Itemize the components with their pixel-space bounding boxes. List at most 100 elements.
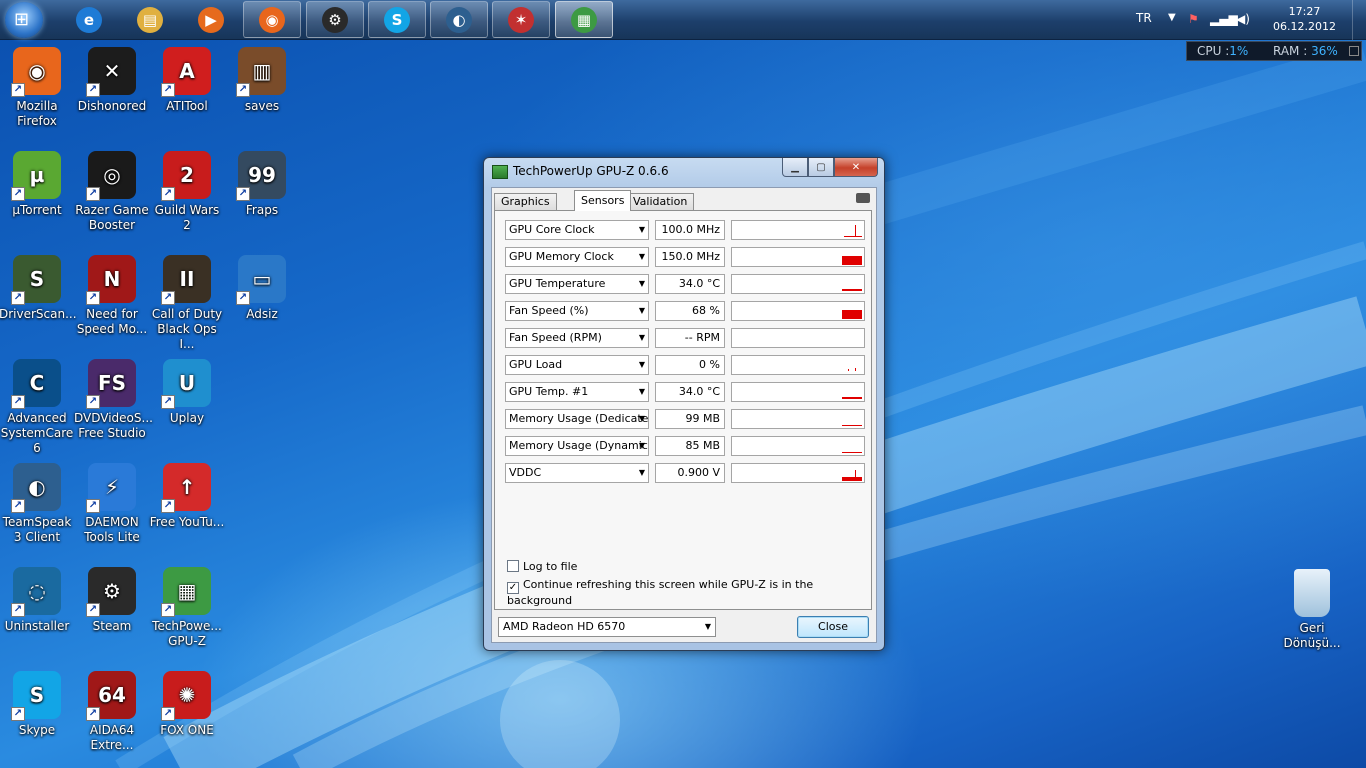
firefox-icon: ◉ xyxy=(259,6,285,33)
sensor-row: Memory Usage (Dedicated) ▼ 99 MB xyxy=(505,409,865,429)
taskbar-ie-button[interactable]: e xyxy=(60,1,118,38)
desktop-icon[interactable]: ◐ ↗ TeamSpeak 3 Client xyxy=(0,463,75,545)
tab-graphics-card[interactable]: Graphics Card xyxy=(494,193,557,224)
media-player-icon: ▶ xyxy=(198,6,224,33)
desktop-icon[interactable]: ▥ ↗ saves xyxy=(224,47,300,114)
app-icon: ⚡ ↗ xyxy=(86,463,136,513)
desktop-icon[interactable]: S ↗ DriverScan... xyxy=(0,255,77,322)
show-desktop-button[interactable] xyxy=(1352,0,1366,40)
device-select[interactable]: AMD Radeon HD 6570 ▼ xyxy=(498,617,716,637)
desktop-icon[interactable]: µ ↗ µTorrent xyxy=(0,151,75,218)
sensor-row: GPU Load ▼ 0 % xyxy=(505,355,865,375)
desktop-icon[interactable]: ◎ ↗ Razer Game Booster xyxy=(74,151,150,233)
sensor-name-select[interactable]: Memory Usage (Dedicated) ▼ xyxy=(505,409,649,429)
sensor-name-select[interactable]: GPU Core Clock ▼ xyxy=(505,220,649,240)
chevron-down-icon: ▼ xyxy=(638,387,645,396)
maximize-button[interactable]: ▢ xyxy=(808,158,834,177)
network-warning-icon[interactable]: ⚑ xyxy=(1188,12,1199,26)
camera-icon[interactable] xyxy=(856,193,870,203)
tab-validation[interactable]: Validation xyxy=(626,193,695,211)
window-title: TechPowerUp GPU-Z 0.6.6 xyxy=(513,164,669,178)
taskbar-explorer-button[interactable]: ▤ xyxy=(121,1,179,38)
sensor-value: 99 MB xyxy=(655,409,725,429)
app-glyph-icon: ▦ xyxy=(177,578,197,603)
sensor-value: 34.0 °C xyxy=(655,274,725,294)
app-glyph-icon: A xyxy=(179,58,195,83)
shortcut-arrow-icon: ↗ xyxy=(86,395,100,409)
shortcut-arrow-icon: ↗ xyxy=(86,291,100,305)
desktop-icon[interactable]: U ↗ Uplay xyxy=(149,359,225,426)
taskbar-teamspeak-button[interactable]: ◐ xyxy=(430,1,488,38)
taskbar-gpu-z-button[interactable]: ▦ xyxy=(555,1,613,38)
tray-overflow-chevron-icon[interactable]: ▼ xyxy=(1168,12,1176,23)
taskbar-skype-button[interactable]: S xyxy=(368,1,426,38)
graph-bar xyxy=(842,425,862,426)
language-indicator[interactable]: TR xyxy=(1136,11,1152,25)
ram-meter: RAM : 36% xyxy=(1273,44,1338,58)
gpuz-app-icon[interactable] xyxy=(492,165,508,179)
desktop-icon[interactable]: ▦ ↗ TechPowe... GPU-Z xyxy=(149,567,225,649)
desktop-icon[interactable]: A ↗ ATITool xyxy=(149,47,225,114)
continue-refresh-option[interactable]: ✓ Continue refreshing this screen while G… xyxy=(507,578,871,607)
desktop-icon[interactable]: 2 ↗ Guild Wars 2 xyxy=(149,151,225,233)
taskbar-atitool-button[interactable]: ✶ xyxy=(492,1,550,38)
window-close-button[interactable]: ✕ xyxy=(834,158,878,177)
recycle-bin-icon[interactable]: Geri Dönüşü... xyxy=(1274,569,1350,651)
chevron-down-icon: ▼ xyxy=(638,279,645,288)
taskbar-media-player-button[interactable]: ▶ xyxy=(182,1,240,38)
close-button[interactable]: Close xyxy=(797,616,869,638)
tab-sensors[interactable]: Sensors xyxy=(574,190,632,211)
sensor-name-select[interactable]: GPU Memory Clock ▼ xyxy=(505,247,649,267)
app-glyph-icon: ◌ xyxy=(28,578,46,603)
log-to-file-option[interactable]: Log to file xyxy=(507,560,577,573)
app-icon: ◌ ↗ xyxy=(11,567,61,617)
desktop-icon[interactable]: N ↗ Need for Speed Mo... xyxy=(74,255,150,337)
continue-refresh-label: Continue refreshing this screen while GP… xyxy=(507,578,814,607)
taskbar-firefox-button[interactable]: ◉ xyxy=(243,1,301,38)
sensor-name-select[interactable]: Fan Speed (%) ▼ xyxy=(505,301,649,321)
desktop-icon[interactable]: 64 ↗ AIDA64 Extre... xyxy=(74,671,150,753)
sensor-name-select[interactable]: Memory Usage (Dynamic) ▼ xyxy=(505,436,649,456)
continue-refresh-checkbox[interactable]: ✓ xyxy=(507,582,519,594)
sensor-graph xyxy=(731,355,865,375)
app-icon: C ↗ xyxy=(11,359,61,409)
sensor-name-select[interactable]: VDDC ▼ xyxy=(505,463,649,483)
graph-bar xyxy=(842,256,862,265)
desktop-icon[interactable]: 99 ↗ Fraps xyxy=(224,151,300,218)
taskbar-steam-button[interactable]: ⚙ xyxy=(306,1,364,38)
desktop-icon-label: Free YouTu... xyxy=(149,515,225,529)
desktop-icon-label: TechPowe... GPU-Z xyxy=(152,619,222,648)
desktop-icon[interactable]: ◉ ↗ Mozilla Firefox xyxy=(0,47,75,129)
app-icon: U ↗ xyxy=(161,359,211,409)
sensor-name-select[interactable]: Fan Speed (RPM) ▼ xyxy=(505,328,649,348)
sensor-name-select[interactable]: GPU Temperature ▼ xyxy=(505,274,649,294)
desktop-icon[interactable]: ⚡ ↗ DAEMON Tools Lite xyxy=(74,463,150,545)
clock[interactable]: 17:27 06.12.2012 xyxy=(1273,4,1336,34)
desktop-icon[interactable]: II ↗ Call of Duty Black Ops I... xyxy=(149,255,225,352)
start-button[interactable]: ⊞ xyxy=(5,2,43,38)
desktop-icon[interactable]: FS ↗ DVDVideoS... Free Studio xyxy=(74,359,153,441)
minimize-button[interactable]: ▁ xyxy=(782,158,808,177)
desktop-icon[interactable]: ◌ ↗ Uninstaller xyxy=(0,567,75,634)
desktop-icon-label: FOX ONE xyxy=(160,723,214,737)
desktop-icon[interactable]: ▭ ↗ Adsiz xyxy=(224,255,300,322)
desktop-icon[interactable]: ⚙ ↗ Steam xyxy=(74,567,150,634)
desktop-icon[interactable]: ↑ ↗ Free YouTu... xyxy=(149,463,225,530)
caption-buttons: ▁ ▢ ✕ xyxy=(782,158,878,178)
sensor-name-select[interactable]: GPU Temp. #1 ▼ xyxy=(505,382,649,402)
meter-close-icon[interactable] xyxy=(1349,46,1359,56)
volume-icon[interactable]: ◀) xyxy=(1236,12,1250,26)
log-to-file-checkbox[interactable] xyxy=(507,560,519,572)
desktop-icon[interactable]: C ↗ Advanced SystemCare 6 xyxy=(0,359,75,456)
desktop-icon[interactable]: ✺ ↗ FOX ONE xyxy=(149,671,225,738)
shortcut-arrow-icon: ↗ xyxy=(236,291,250,305)
explorer-icon: ▤ xyxy=(137,6,163,33)
graph-bar xyxy=(855,368,856,371)
desktop-icon[interactable]: S ↗ Skype xyxy=(0,671,75,738)
app-icon: 2 ↗ xyxy=(161,151,211,201)
desktop-icon[interactable]: ✕ ↗ Dishonored xyxy=(74,47,150,114)
signal-bars-icon[interactable]: ▂▄▆ xyxy=(1210,12,1238,26)
shortcut-arrow-icon: ↗ xyxy=(161,499,175,513)
sensor-name-select[interactable]: GPU Load ▼ xyxy=(505,355,649,375)
sensor-name: GPU Core Clock xyxy=(509,223,595,236)
